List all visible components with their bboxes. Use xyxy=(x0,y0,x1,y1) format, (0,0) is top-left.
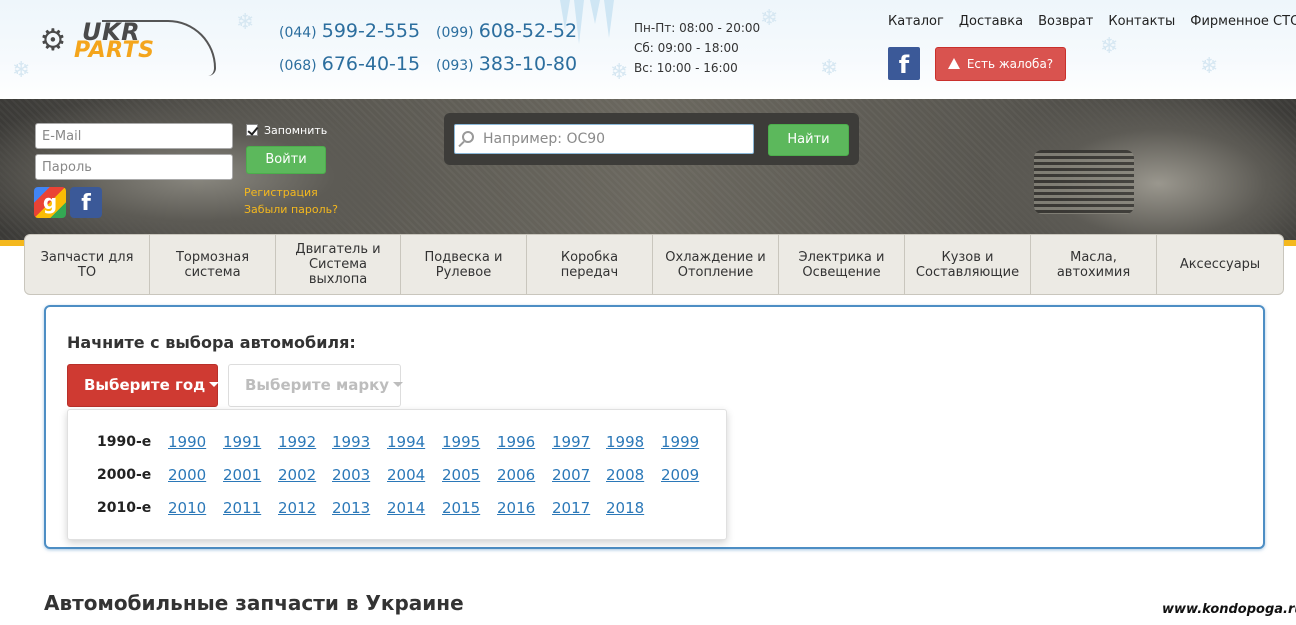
nav-link-catalog[interactable]: Каталог xyxy=(888,14,944,29)
working-hours: Пн-Пт: 08:00 - 20:00 Сб: 09:00 - 18:00 В… xyxy=(634,18,760,78)
nav-link-contacts[interactable]: Контакты xyxy=(1108,14,1175,29)
facebook-login-icon[interactable]: f xyxy=(70,187,102,218)
brand-select-button[interactable]: Выберите марку xyxy=(228,364,404,407)
category-cooling-heating[interactable]: Охлаждение и Отопление xyxy=(653,235,779,294)
decade-label: 2000-е xyxy=(97,467,152,483)
register-link[interactable]: Регистрация xyxy=(244,186,318,199)
decade-label: 2010-е xyxy=(97,500,152,516)
hours-saturday: Сб: 09:00 - 18:00 xyxy=(634,41,739,55)
year-link[interactable]: 2000 xyxy=(168,466,206,484)
phone-number[interactable]: (044) 599-2-555 xyxy=(279,20,420,42)
year-link[interactable]: 2012 xyxy=(278,499,316,517)
google-login-icon[interactable]: g xyxy=(34,187,66,218)
year-link[interactable]: 1991 xyxy=(223,433,261,451)
category-maintenance-parts[interactable]: Запчасти для ТО xyxy=(25,235,150,294)
nav-link-returns[interactable]: Возврат xyxy=(1038,14,1093,29)
year-link[interactable]: 1990 xyxy=(168,433,206,451)
year-link[interactable]: 1993 xyxy=(332,433,370,451)
category-accessories[interactable]: Аксессуары xyxy=(1157,235,1283,294)
year-link[interactable]: 2002 xyxy=(278,466,316,484)
year-link[interactable]: 2008 xyxy=(606,466,644,484)
snowflake-icon: ❄ xyxy=(610,60,629,85)
nav-link-delivery[interactable]: Доставка xyxy=(959,14,1023,29)
password-input[interactable] xyxy=(35,154,233,180)
category-nav: Запчасти для ТО Тормозная система Двигат… xyxy=(24,234,1284,295)
year-link[interactable]: 1997 xyxy=(552,433,590,451)
gear-icon: ⚙ xyxy=(39,23,67,58)
caret-down-icon xyxy=(209,382,220,387)
year-link[interactable]: 2001 xyxy=(223,466,261,484)
icicle-decoration xyxy=(590,0,600,24)
year-link[interactable]: 1994 xyxy=(387,433,425,451)
search-icon xyxy=(462,131,474,143)
category-brake-system[interactable]: Тормозная система xyxy=(150,235,276,294)
login-button[interactable]: Войти xyxy=(246,146,326,174)
year-link[interactable]: 2016 xyxy=(497,499,535,517)
year-link[interactable]: 2009 xyxy=(661,466,699,484)
year-link[interactable]: 2005 xyxy=(442,466,480,484)
logo-text-parts: PARTS xyxy=(74,38,155,63)
year-link[interactable]: 2006 xyxy=(497,466,535,484)
year-link[interactable]: 1998 xyxy=(606,433,644,451)
year-link[interactable]: 2010 xyxy=(168,499,206,517)
section-title: Автомобильные запчасти в Украине xyxy=(44,591,464,615)
phone-number[interactable]: (093) 383-10-80 xyxy=(436,53,577,75)
snowflake-icon: ❄ xyxy=(12,58,31,83)
year-link[interactable]: 2013 xyxy=(332,499,370,517)
car-grill-decoration xyxy=(1034,150,1134,214)
hours-weekdays: Пн-Пт: 08:00 - 20:00 xyxy=(634,21,761,35)
year-link[interactable]: 2015 xyxy=(442,499,480,517)
year-link[interactable]: 1992 xyxy=(278,433,316,451)
category-suspension-steering[interactable]: Подвеска и Рулевое xyxy=(401,235,527,294)
category-body-parts[interactable]: Кузов и Составляющие xyxy=(905,235,1031,294)
top-nav: Каталог Доставка Возврат Контакты Фирменное … xyxy=(888,14,1296,29)
forgot-password-link[interactable]: Забыли пароль? xyxy=(244,203,338,216)
car-select-title: Начните с выбора автомобиля: xyxy=(67,333,356,352)
snowflake-icon: ❄ xyxy=(1200,54,1219,79)
search-button[interactable]: Найти xyxy=(768,124,849,156)
category-electrics-lighting[interactable]: Электрика и Освещение xyxy=(779,235,905,294)
snowflake-icon: ❄ xyxy=(820,56,839,81)
year-link[interactable]: 1996 xyxy=(497,433,535,451)
facebook-icon[interactable]: f xyxy=(888,47,920,80)
warning-icon xyxy=(947,58,960,69)
icicle-decoration xyxy=(604,0,614,38)
watermark: www.kondopoga.ru xyxy=(1162,602,1296,617)
caret-down-icon xyxy=(393,382,404,387)
year-link[interactable]: 2018 xyxy=(606,499,644,517)
phone-number[interactable]: (068) 676-40-15 xyxy=(279,53,420,75)
year-link[interactable]: 2007 xyxy=(552,466,590,484)
remember-checkbox[interactable]: Запомнить xyxy=(246,124,327,137)
year-link[interactable]: 2003 xyxy=(332,466,370,484)
category-transmission[interactable]: Коробка передач xyxy=(527,235,653,294)
year-link[interactable]: 2004 xyxy=(387,466,425,484)
site-logo[interactable]: ⚙ UKR PARTS xyxy=(36,16,216,80)
year-link[interactable]: 2014 xyxy=(387,499,425,517)
decade-label: 1990-е xyxy=(97,434,152,450)
complaint-button[interactable]: Есть жалоба? xyxy=(935,47,1066,81)
year-select-button[interactable]: Выберите год xyxy=(67,364,220,407)
phone-number[interactable]: (099) 608-52-52 xyxy=(436,20,577,42)
year-link[interactable]: 1999 xyxy=(661,433,699,451)
snowflake-icon: ❄ xyxy=(1100,34,1119,59)
snowflake-icon: ❄ xyxy=(760,6,779,31)
email-input[interactable] xyxy=(35,123,233,149)
search-input[interactable] xyxy=(454,124,754,154)
checkbox-checked-icon[interactable] xyxy=(246,124,258,136)
year-link[interactable]: 1995 xyxy=(442,433,480,451)
year-link[interactable]: 2017 xyxy=(552,499,590,517)
year-link[interactable]: 2011 xyxy=(223,499,261,517)
category-oils-chemicals[interactable]: Масла, автохимия xyxy=(1031,235,1157,294)
category-engine-exhaust[interactable]: Двигатель и Система выхлопа xyxy=(276,235,401,294)
nav-link-service-station[interactable]: Фирменное СТО xyxy=(1190,14,1296,29)
snowflake-icon: ❄ xyxy=(236,10,255,35)
hours-sunday: Вс: 10:00 - 16:00 xyxy=(634,61,738,75)
